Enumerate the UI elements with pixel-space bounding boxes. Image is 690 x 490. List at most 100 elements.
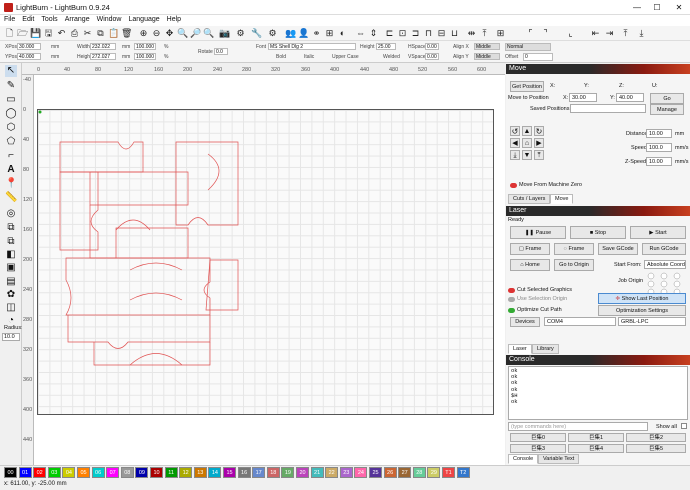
- frame-rect-button[interactable]: ▢ Frame: [510, 243, 550, 255]
- offset-icon[interactable]: ◎: [5, 208, 17, 220]
- palette-swatch[interactable]: T1: [442, 467, 455, 478]
- palette-swatch[interactable]: 16: [237, 467, 251, 478]
- palette-swatch[interactable]: 11: [164, 467, 178, 478]
- palette-swatch[interactable]: 08: [120, 467, 134, 478]
- delete-icon[interactable]: 🗑: [121, 28, 132, 39]
- new-file-icon[interactable]: 🗋: [4, 28, 15, 39]
- rectangle-icon[interactable]: ▭: [5, 94, 17, 106]
- devices-button[interactable]: Devices: [510, 317, 540, 327]
- palette-swatch[interactable]: 07: [106, 467, 120, 478]
- device-select[interactable]: GRBL-LPC: [618, 317, 686, 326]
- palette-swatch[interactable]: 15: [223, 467, 236, 478]
- menu-tools[interactable]: Tools: [37, 15, 60, 23]
- palette-swatch[interactable]: 17: [252, 467, 266, 478]
- tab-cuts-layers[interactable]: Cuts / Layers: [508, 194, 551, 204]
- palette-swatch[interactable]: 03: [47, 467, 61, 478]
- xpos-field[interactable]: 30.000: [17, 43, 41, 50]
- go-button[interactable]: Go: [650, 93, 684, 104]
- macro-button[interactable]: 巨集1: [568, 433, 624, 442]
- palette-swatch[interactable]: 22: [325, 467, 339, 478]
- design-shapes[interactable]: [38, 110, 495, 416]
- radius-field[interactable]: 10.0: [2, 333, 20, 341]
- palette-swatch[interactable]: 02: [33, 467, 47, 478]
- home-button[interactable]: ⌂ Home: [510, 259, 550, 271]
- menu-help[interactable]: Help: [163, 15, 184, 23]
- start-from-select[interactable]: Absolute Coords: [644, 260, 686, 269]
- save-gcode-button[interactable]: Save GCode: [598, 243, 638, 255]
- run-gcode-button[interactable]: Run GCode: [642, 243, 686, 255]
- macro-button[interactable]: 巨集4: [568, 444, 624, 453]
- close-button[interactable]: ✕: [672, 2, 686, 13]
- nudge-left-icon[interactable]: ⇤: [590, 28, 601, 39]
- palette-swatch[interactable]: 13: [193, 467, 207, 478]
- align-x-select[interactable]: Middle: [474, 43, 500, 50]
- palette-swatch[interactable]: 25: [369, 467, 382, 478]
- text-mode-select[interactable]: Normal: [505, 43, 551, 51]
- zoom-page-icon[interactable]: 🔎: [190, 28, 201, 39]
- palette-swatch[interactable]: 04: [62, 467, 76, 478]
- palette-swatch[interactable]: 14: [208, 467, 222, 478]
- cut-selected-toggle[interactable]: [508, 288, 515, 293]
- palette-swatch[interactable]: 29: [427, 467, 441, 478]
- align-left-icon[interactable]: ⊏: [384, 28, 395, 39]
- macro-button[interactable]: 巨集0: [510, 433, 566, 442]
- tab-move[interactable]: Move: [550, 194, 574, 204]
- font-height-field[interactable]: 25.00: [376, 43, 396, 50]
- mirror-v-icon[interactable]: ⇕: [368, 28, 379, 39]
- zoom-selection-icon[interactable]: 🔍: [203, 28, 214, 39]
- zoom-fit-icon[interactable]: 🔍: [177, 28, 188, 39]
- palette-swatch[interactable]: 21: [310, 467, 324, 478]
- align-center-icon[interactable]: ⊡: [397, 28, 408, 39]
- corner-tl-icon[interactable]: ⌜: [525, 28, 536, 39]
- vspace-field[interactable]: 0.00: [425, 53, 439, 60]
- speed-field[interactable]: 100.0: [646, 143, 672, 152]
- dock-icon[interactable]: ⊞: [495, 28, 506, 39]
- camera-icon[interactable]: 📷: [219, 28, 230, 39]
- mirror-h-icon[interactable]: ⇔: [355, 28, 366, 39]
- zoom-in-icon[interactable]: ⊕: [138, 28, 149, 39]
- macro-button[interactable]: 巨集2: [626, 433, 686, 442]
- align-y-select[interactable]: Middle: [474, 53, 500, 60]
- port-select[interactable]: COM4: [544, 317, 616, 326]
- go-to-origin-button[interactable]: Go to Origin: [554, 259, 594, 271]
- optimize-cut-toggle[interactable]: [508, 308, 515, 313]
- corner-bl-icon[interactable]: ⌞: [565, 28, 576, 39]
- jog-right-icon[interactable]: ▶: [534, 138, 544, 148]
- align-right-icon[interactable]: ⊐: [410, 28, 421, 39]
- width-field[interactable]: 232.022: [90, 43, 116, 50]
- nudge-up-icon[interactable]: ⤒: [620, 28, 631, 39]
- z-up-icon[interactable]: ⤒: [534, 150, 544, 160]
- palette-swatch[interactable]: 06: [91, 467, 105, 478]
- nudge-down-icon[interactable]: ⤓: [636, 28, 647, 39]
- measure-icon[interactable]: 📏: [5, 192, 17, 204]
- move-x-field[interactable]: 30.00: [569, 93, 597, 102]
- boolean-icon[interactable]: ◐: [337, 28, 348, 39]
- array-icon[interactable]: ▣: [5, 262, 17, 274]
- tabs-icon[interactable]: ◫: [5, 302, 17, 314]
- text-icon[interactable]: A: [5, 164, 17, 176]
- saved-positions-select[interactable]: [570, 104, 646, 113]
- optimization-settings-button[interactable]: Optimization Settings: [598, 305, 686, 316]
- scale-x-field[interactable]: 100.000: [134, 43, 156, 50]
- get-position-button[interactable]: Get Position: [510, 81, 544, 92]
- height-field[interactable]: 272.027: [90, 53, 116, 60]
- jog-up-icon[interactable]: ▲: [522, 126, 532, 136]
- palette-swatch[interactable]: 05: [77, 467, 90, 478]
- copy-icon[interactable]: ⧉: [95, 28, 106, 39]
- rotate-field[interactable]: 0.0: [214, 48, 228, 55]
- grid-array-icon[interactable]: ▤: [5, 276, 17, 288]
- align-top-icon[interactable]: ⊓: [423, 28, 434, 39]
- weld-icon[interactable]: ⊞: [324, 28, 335, 39]
- stop-button[interactable]: ■ Stop: [570, 226, 626, 239]
- scale-y-field[interactable]: 100.000: [134, 53, 156, 60]
- nudge-right-icon[interactable]: ⇥: [604, 28, 615, 39]
- palette-swatch[interactable]: 18: [266, 467, 280, 478]
- font-select[interactable]: MS Shell Dlg 2: [268, 43, 356, 50]
- italic-checkbox[interactable]: Italic: [304, 54, 314, 60]
- rotate-ccw-icon[interactable]: ↺: [510, 126, 520, 136]
- boolean-subtract-icon[interactable]: ◧: [5, 249, 17, 261]
- show-last-position-button[interactable]: ✛ Show Last Position: [598, 293, 686, 304]
- copy-along-icon[interactable]: ⧉: [5, 222, 17, 234]
- maximize-button[interactable]: ☐: [650, 2, 664, 13]
- move-y-field[interactable]: 40.00: [616, 93, 644, 102]
